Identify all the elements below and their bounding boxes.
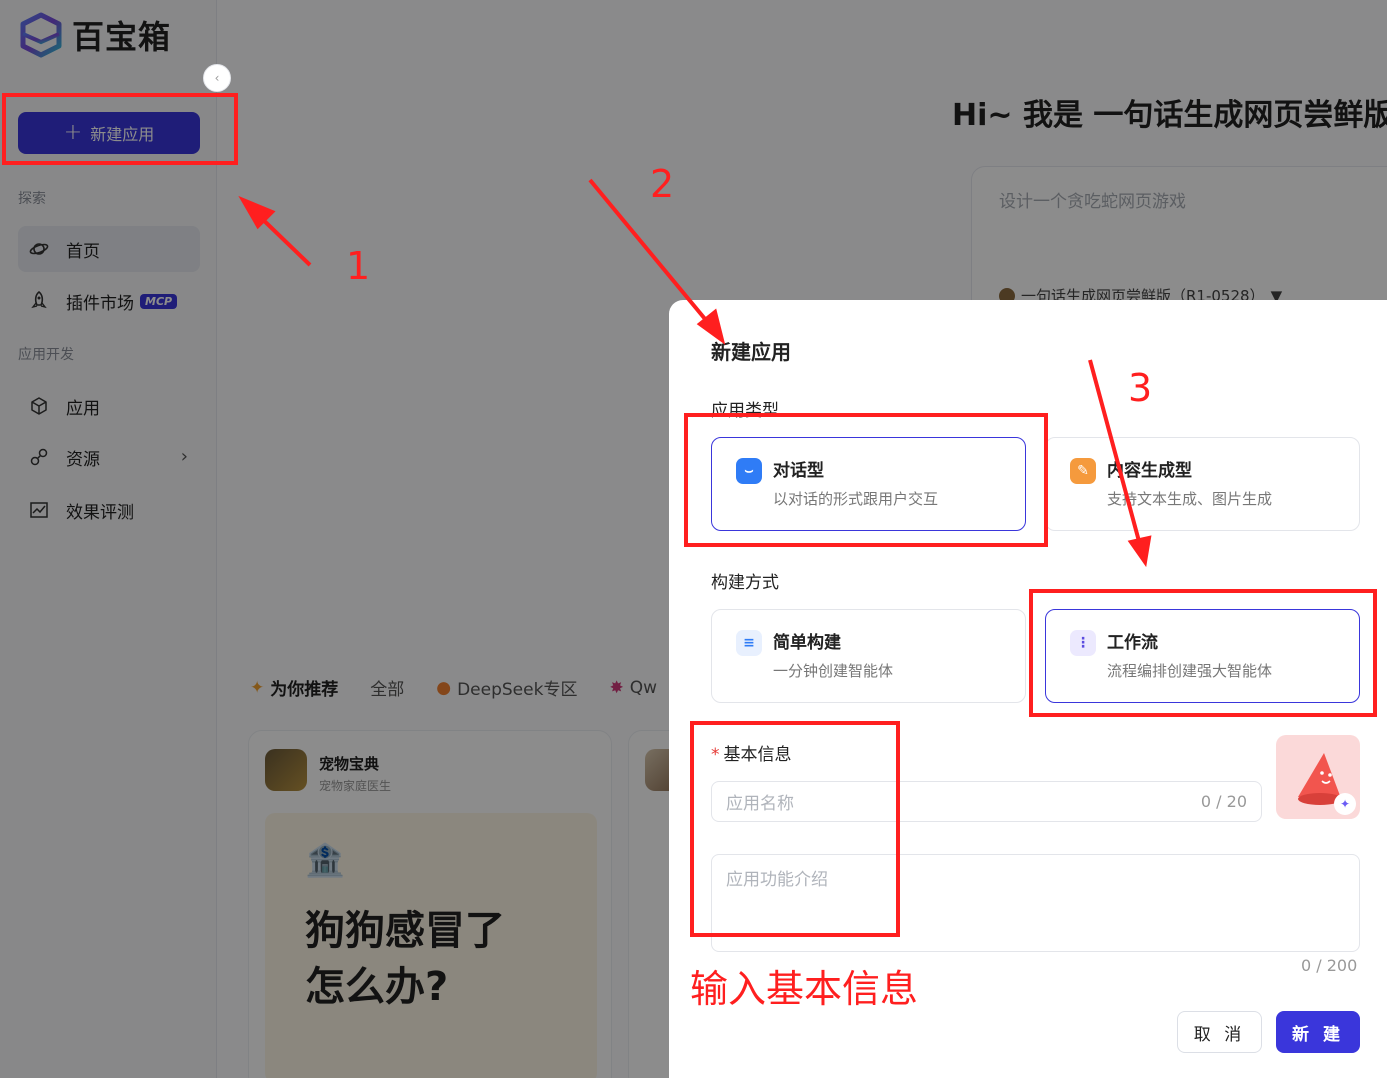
app-description-count: 0 / 200	[1301, 956, 1358, 975]
type-option-content[interactable]: ✎ 内容生成型 支持文本生成、图片生成	[1045, 437, 1360, 531]
option-title: 内容生成型	[1107, 461, 1192, 481]
annotation-number-2: 2	[650, 162, 675, 206]
build-mode-label: 构建方式	[711, 573, 779, 593]
annotation-box-new-app	[2, 93, 238, 165]
app-name-count: 0 / 20	[1200, 792, 1247, 811]
annotation-box-workflow	[1029, 589, 1377, 717]
annotation-box-basic-info	[690, 721, 900, 937]
annotation-number-3: 3	[1128, 366, 1153, 410]
annotation-note: 输入基本信息	[690, 967, 919, 1011]
option-desc: 支持文本生成、图片生成	[1107, 490, 1273, 508]
list-icon: ≡	[736, 630, 762, 656]
ai-generate-icon[interactable]: ✦	[1334, 793, 1356, 815]
option-desc: 一分钟创建智能体	[773, 662, 894, 680]
feather-icon: ✎	[1070, 458, 1096, 484]
collapse-sidebar-button[interactable]: ‹	[203, 64, 231, 92]
create-button[interactable]: 新 建	[1276, 1011, 1360, 1053]
cancel-button[interactable]: 取 消	[1177, 1011, 1262, 1053]
build-option-simple[interactable]: ≡ 简单构建 一分钟创建智能体	[711, 609, 1026, 703]
dialog-title: 新建应用	[711, 340, 791, 364]
option-title: 简单构建	[773, 633, 841, 653]
annotation-number-1: 1	[346, 244, 371, 288]
annotation-box-chat-type	[684, 413, 1048, 547]
app-icon-picker[interactable]: ✦	[1276, 735, 1360, 819]
